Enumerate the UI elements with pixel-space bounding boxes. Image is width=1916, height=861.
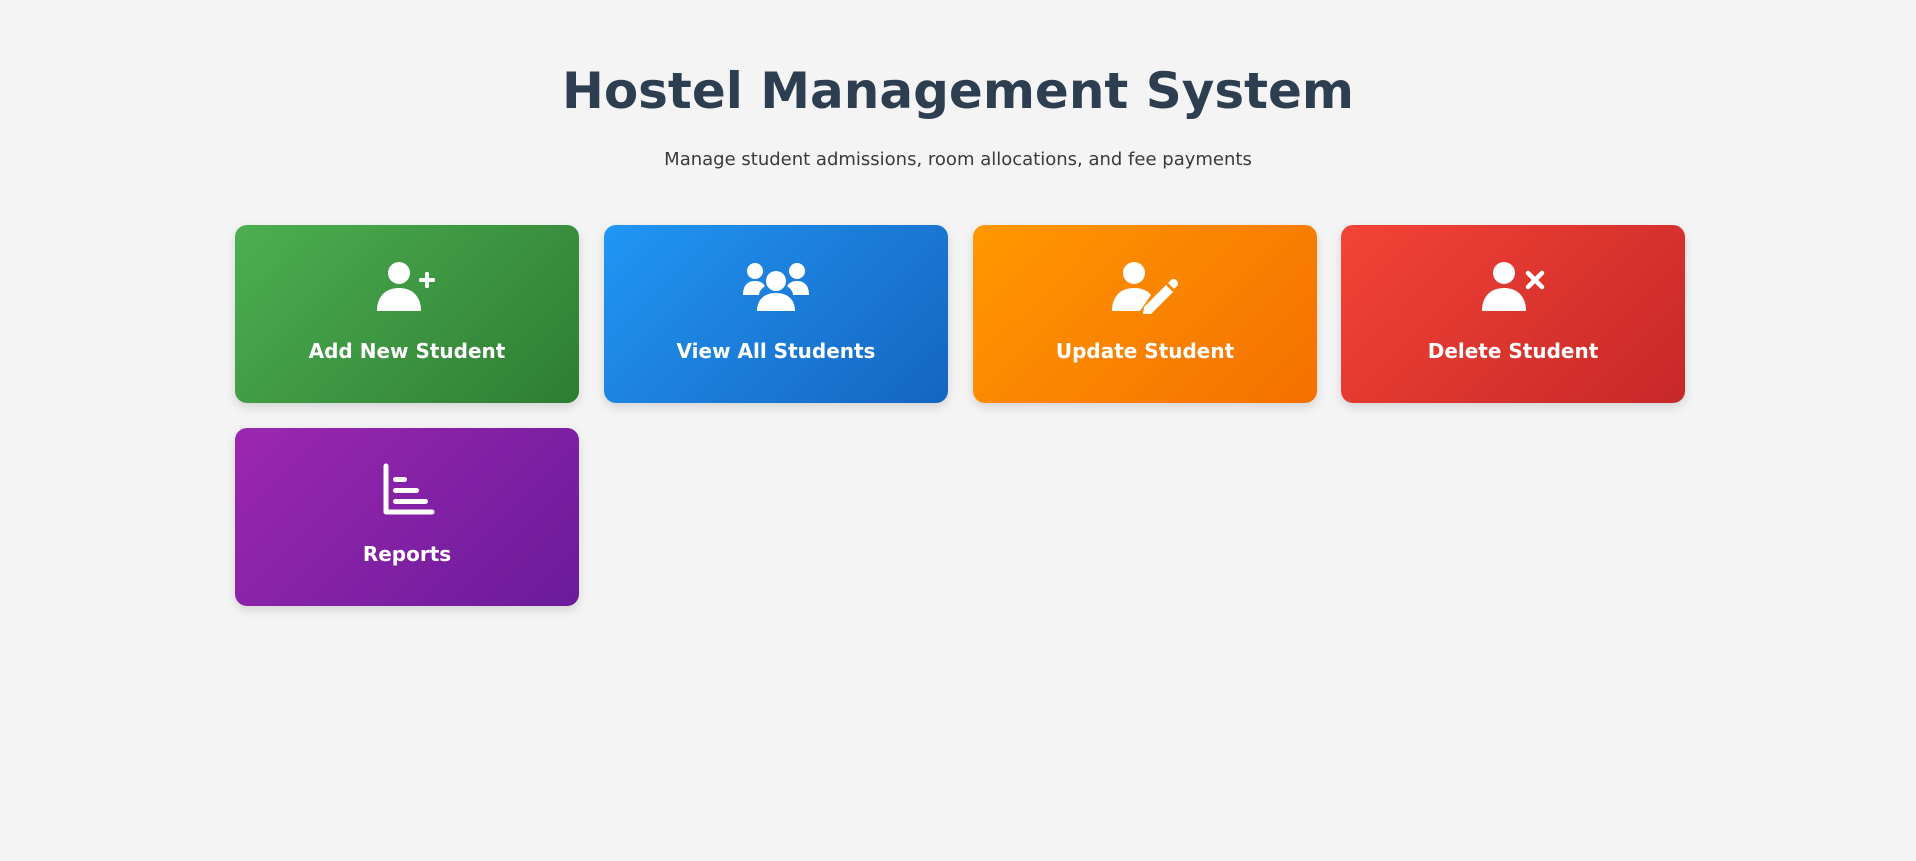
page-subtitle: Manage student admissions, room allocati… (664, 149, 1252, 170)
user-delete-icon (1341, 259, 1685, 315)
page-title: Hostel Management System (561, 62, 1355, 120)
update-student-card[interactable]: Update Student (973, 225, 1317, 403)
update-student-label: Update Student (1055, 339, 1235, 363)
users-icon (604, 259, 948, 315)
view-all-students-card[interactable]: View All Students (604, 225, 948, 403)
user-edit-icon (973, 259, 1317, 315)
user-plus-icon (235, 259, 579, 315)
delete-student-card[interactable]: Delete Student (1341, 225, 1685, 403)
bar-chart-icon (235, 462, 579, 518)
reports-card[interactable]: Reports (235, 428, 579, 606)
add-new-student-card[interactable]: Add New Student (235, 225, 579, 403)
add-new-student-label: Add New Student (308, 339, 506, 363)
view-all-students-label: View All Students (676, 339, 876, 363)
reports-label: Reports (362, 542, 452, 566)
delete-student-label: Delete Student (1427, 339, 1599, 363)
